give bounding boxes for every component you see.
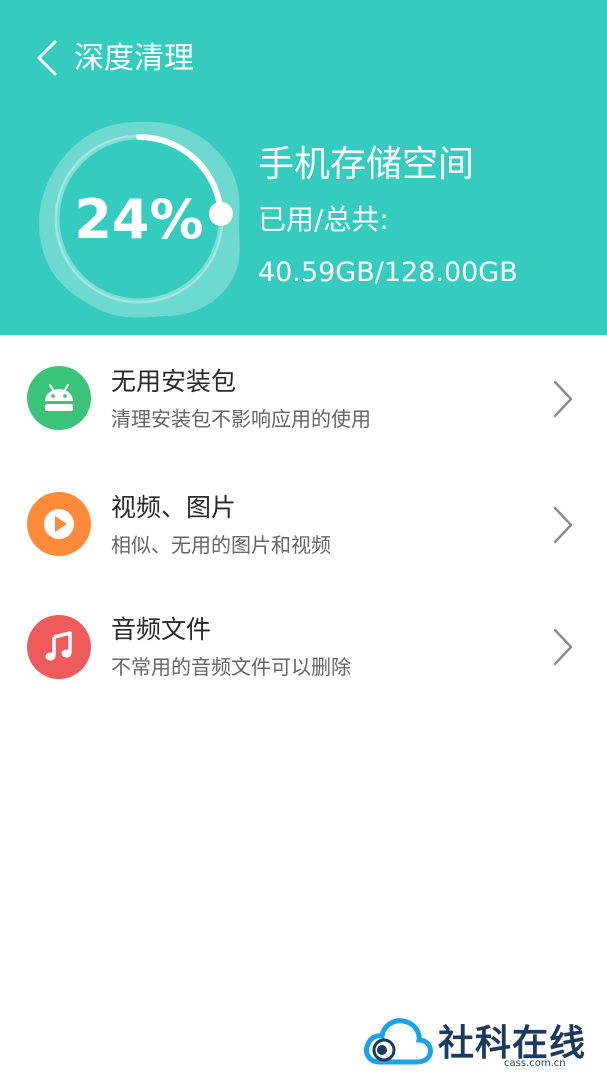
watermark-url: cass.com.cn	[504, 1058, 566, 1069]
cloud-eye-logo-icon	[364, 1018, 433, 1065]
play-icon	[44, 509, 74, 539]
storage-gauge: 24%	[36, 120, 242, 320]
storage-used-total-value: 40.59GB/128.00GB	[258, 257, 518, 288]
header-bar: 深度清理 24% 手机存储空间 已用/总共: 40.59GB/128.00GB	[0, 0, 607, 335]
item-title: 无用安装包	[111, 367, 237, 396]
item-icon-bg	[27, 366, 91, 430]
item-subtitle: 相似、无用的图片和视频	[111, 533, 331, 557]
clean-category-list: 无用安装包 清理安装包不影响应用的使用 视频、图片 相似、无用的图片和视频 音频…	[0, 335, 607, 707]
music-note-icon	[45, 631, 72, 661]
storage-used-total-label: 已用/总共:	[258, 203, 389, 236]
chevron-right-icon	[553, 628, 573, 666]
storage-percent: 24%	[74, 188, 204, 251]
item-title: 视频、图片	[111, 493, 237, 522]
list-item-apk-packages[interactable]: 无用安装包 清理安装包不影响应用的使用	[0, 335, 607, 459]
back-button[interactable]	[24, 34, 68, 82]
list-item-audio-files[interactable]: 音频文件 不常用的音频文件可以删除	[0, 583, 607, 707]
chevron-left-icon	[37, 40, 57, 76]
storage-info: 手机存储空间 已用/总共: 40.59GB/128.00GB	[258, 140, 518, 292]
storage-title: 手机存储空间	[258, 144, 475, 185]
list-item-videos-images[interactable]: 视频、图片 相似、无用的图片和视频	[0, 459, 607, 583]
item-subtitle: 清理安装包不影响应用的使用	[111, 407, 371, 431]
item-icon-bg	[27, 615, 91, 679]
item-subtitle: 不常用的音频文件可以删除	[111, 655, 351, 679]
android-icon	[45, 384, 73, 411]
watermark: 社科在线 cass.com.cn	[362, 1012, 602, 1074]
item-icon-bg	[27, 492, 91, 556]
page-title: 深度清理	[74, 41, 194, 76]
chevron-right-icon	[553, 506, 573, 544]
item-title: 音频文件	[111, 615, 212, 644]
chevron-right-icon	[553, 380, 573, 418]
